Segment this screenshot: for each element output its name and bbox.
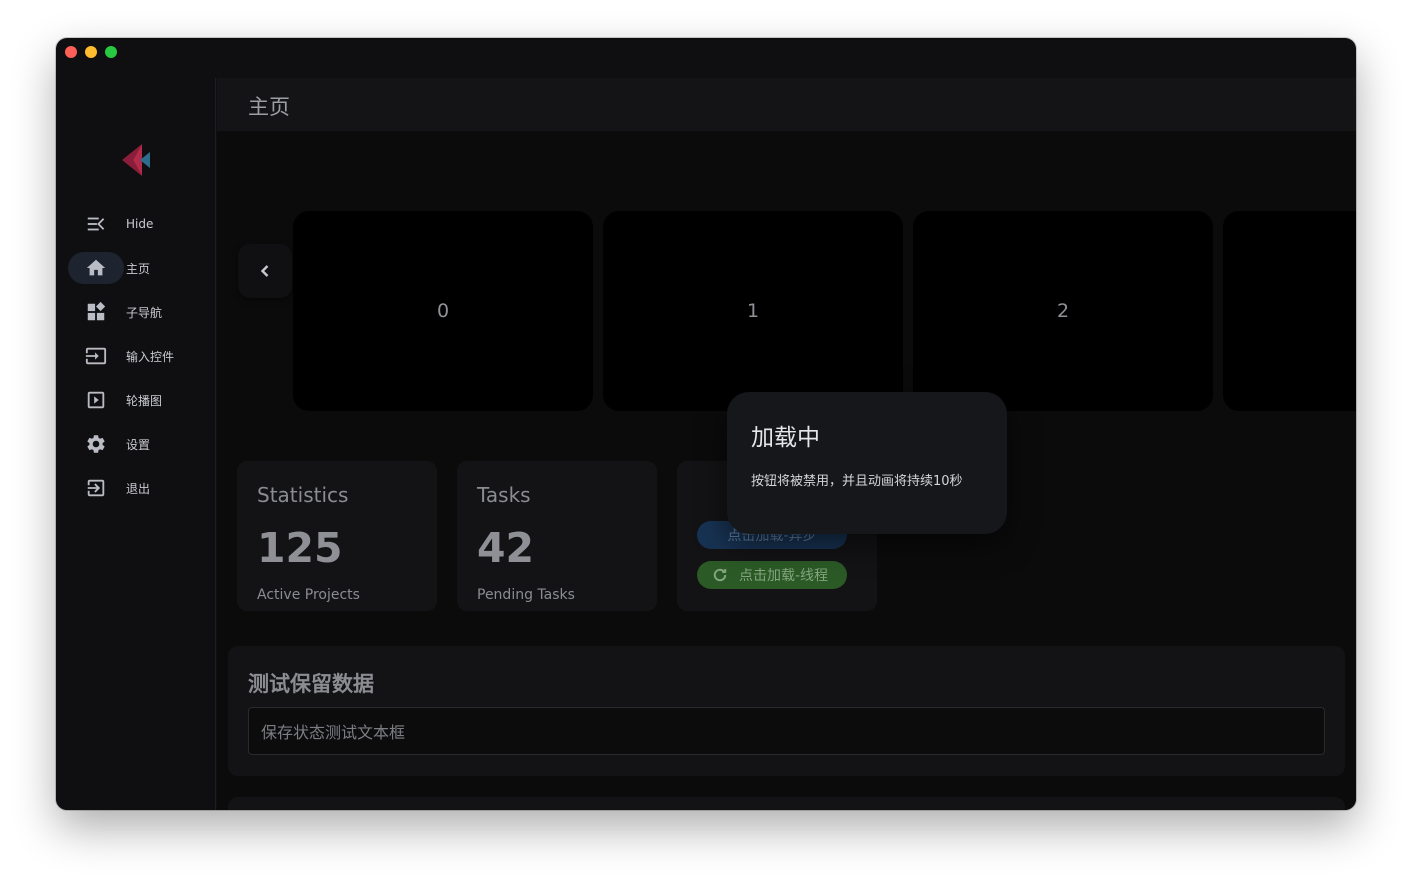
sidebar-item-label: 子导航 (126, 305, 163, 320)
home-icon (86, 259, 106, 276)
input-placeholder: 保存状态测试文本框 (261, 723, 406, 742)
carousel-slide[interactable] (1223, 211, 1356, 411)
carousel-slide[interactable]: 1 (603, 211, 903, 411)
sidebar-item-label: Hide (126, 217, 154, 231)
widgets-icon (87, 301, 106, 321)
minimize-window-button[interactable] (85, 46, 97, 58)
dialog-title: 加载中 (751, 425, 820, 451)
sidebar-item-home[interactable]: 主页 (68, 252, 208, 284)
card-subtitle: Pending Tasks (477, 587, 575, 603)
card-subtitle: Active Projects (257, 587, 360, 603)
sidebar-item-label: 退出 (126, 481, 151, 496)
card-title: Tasks (477, 483, 531, 507)
card-title: Statistics (257, 483, 349, 507)
menu-collapse-icon (87, 217, 105, 231)
icon-panel (228, 797, 1345, 810)
main-content: 主页 0 1 2 Statistics 125 Active Projects … (217, 78, 1356, 810)
load-thread-label: 点击加载-线程 (739, 568, 829, 584)
window-controls (65, 46, 117, 58)
sidebar-item-input-controls[interactable]: 输入控件 (68, 340, 208, 372)
sidebar-item-hide[interactable]: Hide (68, 208, 208, 240)
zoom-window-button[interactable] (105, 46, 117, 58)
gear-icon (87, 435, 105, 453)
app-window: Hide 主页 子导航 输入控件 轮播图 设置 退出 主页 0 1 2 Stat… (56, 38, 1356, 810)
sidebar-item-carousel[interactable]: 轮播图 (68, 384, 208, 416)
load-thread-button[interactable]: 点击加载-线程 (697, 561, 847, 589)
page-title: 主页 (248, 95, 290, 119)
carousel-prev-button[interactable] (238, 244, 292, 298)
carousel-slide[interactable]: 0 (293, 211, 593, 411)
card-value: 42 (477, 524, 535, 572)
loading-dialog: 加载中 按钮将被禁用，并且动画将持续10秒 (727, 392, 1007, 534)
retained-data-panel: 测试保留数据 保存状态测试文本框 (228, 646, 1345, 776)
chevron-left-icon (260, 265, 269, 277)
refresh-icon (713, 568, 727, 582)
sidebar-item-logout[interactable]: 退出 (68, 472, 208, 504)
card-value: 125 (257, 524, 343, 572)
carousel-slide[interactable]: 2 (913, 211, 1213, 411)
panel-title: 测试保留数据 (248, 672, 374, 696)
sidebar-item-label: 设置 (126, 437, 151, 452)
sidebar-item-label: 轮播图 (126, 393, 163, 408)
tasks-card: Tasks 42 Pending Tasks (457, 461, 657, 611)
close-window-button[interactable] (65, 46, 77, 58)
sidebar-item-label: 输入控件 (126, 349, 175, 364)
state-test-input[interactable]: 保存状态测试文本框 (248, 707, 1325, 755)
dialog-message: 按钮将被禁用，并且动画将持续10秒 (751, 474, 963, 489)
sidebar-item-label: 主页 (126, 261, 151, 276)
sidebar-item-subnav[interactable]: 子导航 (68, 296, 208, 328)
logout-icon (87, 479, 105, 497)
sidebar: Hide 主页 子导航 输入控件 轮播图 设置 退出 (56, 78, 216, 810)
statistics-card: Statistics 125 Active Projects (237, 461, 437, 611)
app-bar: 主页 (217, 78, 1356, 131)
sidebar-item-settings[interactable]: 设置 (68, 428, 208, 460)
input-icon (85, 347, 107, 365)
app-logo (122, 144, 150, 176)
play-slides-icon (87, 391, 105, 409)
